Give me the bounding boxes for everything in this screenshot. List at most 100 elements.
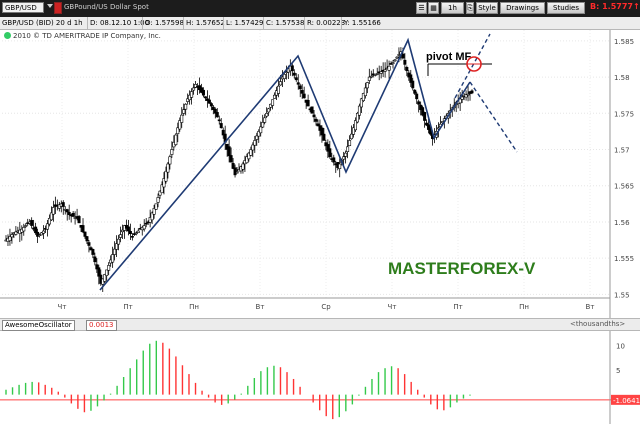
watermark: MASTERFOREX-V [388,259,536,278]
candle-body [271,99,275,106]
time-tick-label: Вт [256,303,265,311]
candle-body [119,234,123,238]
candle-body [83,231,87,237]
time-tick-label: Чт [58,303,67,311]
oscillator-name[interactable]: AwesomeOscillator [2,320,75,331]
candle-body [395,56,399,59]
candle-body [300,90,304,94]
time-axis: Чт Пт Пн Вт Ср Чт Пт Пн Вт [0,297,610,311]
oscillator-tick-label: 10 [616,343,625,351]
candle-body [363,87,367,97]
candle-body [379,71,383,74]
time-tick-label: Пн [189,303,199,311]
price-tick-label: 1.55 [614,291,630,299]
candle-body [209,103,213,107]
trend-projection-up[interactable] [454,33,491,99]
time-tick-label: Пн [519,303,529,311]
candle-body [233,167,237,176]
candle-body [278,81,282,86]
candle-body [71,213,75,217]
candle-body [93,256,97,263]
awesome-oscillator-histogram [0,340,640,420]
time-tick-label: Вт [586,303,595,311]
candle-body [292,72,296,76]
candle-body [265,112,269,117]
candle-body [367,76,371,81]
candle-body [22,227,26,232]
candle-body [350,133,354,140]
time-tick-label: Пт [123,303,132,311]
oscillator-header: AwesomeOscillator 0.0013 <thousandths> [0,318,640,331]
candle-body [261,122,265,128]
candle-body [81,225,85,233]
zigzag-pattern: pivot MF [99,33,518,291]
candle-body [263,117,267,123]
candle-body [170,149,174,155]
time-tick-label: Чт [388,303,397,311]
trend-projection-down[interactable] [469,81,518,153]
candle-body [67,211,71,216]
candle-body [314,118,318,122]
candle-body [201,89,205,96]
candle-body [174,134,178,145]
oscillator-current-value: -1.0641 [613,397,640,405]
candle-body [115,243,119,250]
candle-body [312,114,316,118]
price-tick-label: 1.575 [614,110,634,118]
candle-body [142,225,146,230]
candle-body [77,216,81,224]
candle-body [346,146,350,152]
candle-body [383,69,387,72]
candle-body [322,133,326,141]
candle-body [168,156,172,165]
candle-body [134,232,138,235]
price-tick-label: 1.565 [614,183,634,191]
candle-body [273,94,277,99]
price-chart[interactable]: pivot MF MASTERFOREX-V 1.5851.581.5751.5… [0,0,640,424]
candle-body [298,85,302,90]
price-tick-label: 1.57 [614,147,630,155]
candle-body [207,99,211,104]
candle-body [249,149,253,156]
candle-body [87,242,91,246]
candle-body [180,114,184,123]
candle-body [65,209,69,213]
candle-body [302,93,306,99]
candle-body [10,234,14,238]
candle-body [357,105,361,116]
candle-body [405,66,409,72]
candle-body [107,265,111,271]
candle-body [391,62,395,64]
candle-body [423,112,427,121]
candle-body [251,144,255,151]
candle-body [85,236,89,242]
candle-body [111,254,115,263]
candle-body [348,140,352,147]
candle-body [296,82,300,85]
candle-body [30,220,34,226]
oscillator-units: <thousandths> [570,320,626,328]
candle-body [290,65,294,72]
candle-body [219,123,223,129]
candle-body [328,148,332,158]
candle-body [227,146,231,157]
candle-body [338,163,342,169]
candle-body [276,85,280,94]
candle-body [24,225,28,227]
candle-body [470,90,474,94]
candle-body [365,82,369,89]
candle-body [51,207,55,215]
price-tick-label: 1.585 [614,38,634,46]
candle-body [192,87,196,91]
time-tick-label: Пт [453,303,462,311]
candle-body [184,103,188,110]
candle-body [126,226,130,232]
candle-body [417,101,421,105]
candle-body [306,99,310,107]
candle-body [466,93,470,96]
candle-body [144,222,148,225]
oscillator-tick-label: 5 [616,367,620,375]
candle-body [401,53,405,59]
price-tick-label: 1.555 [614,255,634,263]
candle-body [387,65,391,71]
